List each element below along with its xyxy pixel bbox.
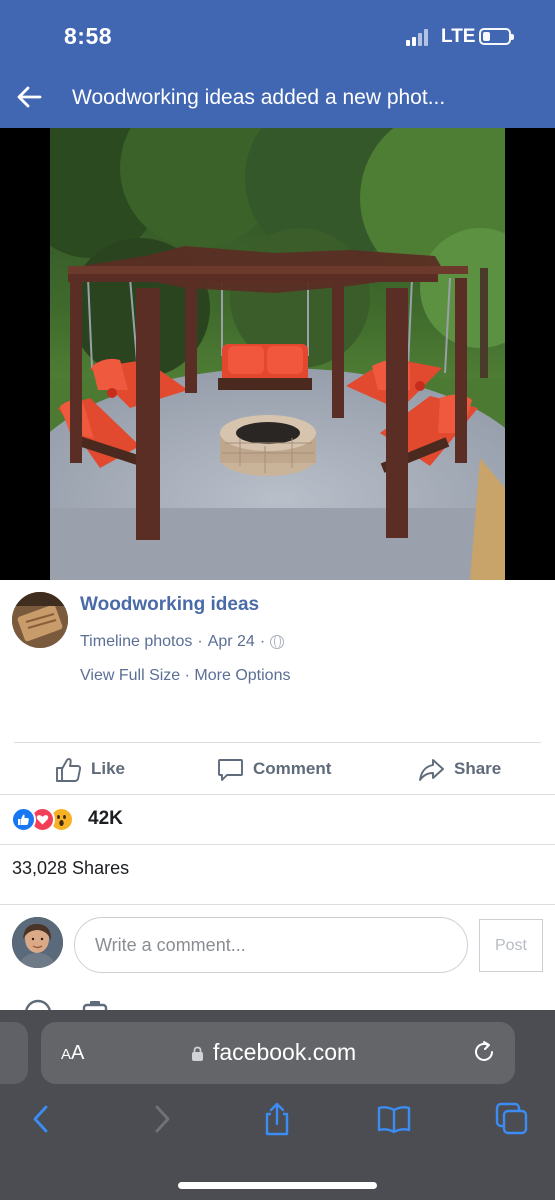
- reload-icon[interactable]: [471, 1039, 497, 1065]
- post-comment-button[interactable]: Post: [479, 919, 543, 972]
- back-chevron-icon[interactable]: [25, 1102, 59, 1136]
- divider: [0, 844, 555, 845]
- comment-input[interactable]: [74, 917, 468, 973]
- photo-links: View Full Size · More Options: [80, 667, 290, 685]
- globe-icon: [270, 635, 285, 649]
- url-text[interactable]: facebook.com: [213, 1039, 356, 1066]
- view-full-size-link[interactable]: View Full Size: [80, 667, 180, 684]
- comment-label: Comment: [253, 759, 332, 778]
- forward-chevron-icon[interactable]: [144, 1102, 178, 1136]
- like-button[interactable]: Like: [55, 752, 125, 786]
- comment-icon: [218, 758, 243, 781]
- divider: [0, 794, 555, 795]
- post-source[interactable]: Timeline photos: [80, 633, 192, 651]
- post-meta: Timeline photos · Apr 24 ·: [80, 633, 285, 651]
- share-sheet-icon[interactable]: [260, 1102, 294, 1136]
- signal-icon: [406, 29, 430, 46]
- browser-toolbar: AA facebook.com: [0, 1010, 555, 1200]
- header-title: Woodworking ideas added a new phot...: [72, 86, 446, 109]
- address-bar[interactable]: AA facebook.com: [41, 1022, 515, 1084]
- thumbs-up-icon: [56, 757, 82, 782]
- shares-count[interactable]: 33,028 Shares: [12, 858, 129, 879]
- comment-button[interactable]: Comment: [217, 752, 331, 786]
- bookmarks-icon[interactable]: [377, 1102, 411, 1136]
- share-button[interactable]: Share: [418, 752, 501, 786]
- text-size-button[interactable]: AA: [61, 1042, 84, 1065]
- share-label: Share: [454, 759, 502, 778]
- page-name[interactable]: Woodworking ideas: [80, 594, 259, 616]
- meta-separator: ·: [259, 633, 266, 650]
- divider: [0, 904, 555, 905]
- network-type: LTE: [441, 26, 476, 47]
- top-bar: 8:58 LTE Woodworking ideas added a new p…: [0, 0, 555, 128]
- photo-viewer: [0, 128, 555, 580]
- link-separator: ·: [184, 667, 190, 684]
- divider: [14, 742, 541, 743]
- previous-tab-peek[interactable]: [0, 1022, 28, 1084]
- reaction-icons[interactable]: [11, 806, 74, 832]
- battery-icon: [479, 28, 514, 45]
- post-photo[interactable]: [50, 128, 505, 580]
- reaction-count[interactable]: 42K: [88, 808, 123, 830]
- status-time: 8:58: [64, 23, 113, 49]
- meta-separator: ·: [197, 633, 203, 650]
- home-indicator[interactable]: [178, 1182, 377, 1189]
- post-date[interactable]: Apr 24: [208, 633, 255, 651]
- user-avatar: [12, 917, 63, 968]
- page-avatar[interactable]: [12, 592, 68, 648]
- back-arrow-icon[interactable]: [16, 84, 42, 110]
- share-arrow-icon: [419, 758, 444, 781]
- like-label: Like: [91, 759, 126, 778]
- lock-icon: [192, 1046, 203, 1061]
- more-options-link[interactable]: More Options: [194, 667, 290, 684]
- like-reaction-icon: [11, 806, 36, 832]
- tabs-icon[interactable]: [495, 1102, 529, 1136]
